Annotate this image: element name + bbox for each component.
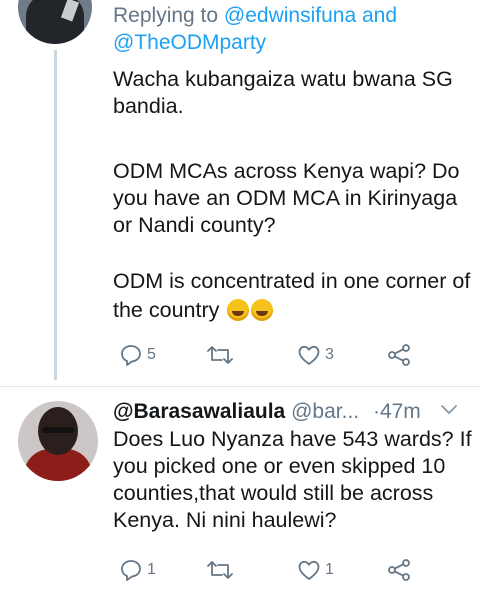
tweet-text: Does Luo Nyanza have 543 wards? If you p…	[113, 427, 472, 532]
retweet-button[interactable]	[205, 341, 235, 369]
share-button[interactable]	[386, 341, 412, 369]
thread-line	[54, 50, 57, 380]
reply-icon	[121, 345, 141, 366]
chevron-down-icon	[441, 405, 457, 415]
tweet-text-paragraph: Wacha kubangaiza watu bwana SG bandia.	[113, 67, 453, 118]
tweet-actions: 1 1	[113, 556, 423, 584]
share-button[interactable]	[386, 556, 412, 584]
tweet-timestamp[interactable]: 47m	[380, 400, 421, 423]
retweet-button[interactable]	[205, 556, 235, 584]
avatar[interactable]	[18, 0, 92, 44]
reply-button[interactable]: 5	[119, 341, 156, 369]
reply-icon	[121, 560, 141, 581]
rofl-emoji-icon	[227, 299, 250, 321]
heart-icon	[298, 345, 320, 365]
share-icon	[388, 344, 410, 366]
retweet-icon	[207, 346, 233, 364]
tweet-author-line: @Barasawaliaula @bar... ·47m	[113, 398, 473, 425]
like-count: 1	[325, 561, 334, 578]
and-word: and	[361, 4, 398, 27]
like-button[interactable]: 3	[297, 341, 334, 369]
more-options-button[interactable]	[439, 402, 459, 423]
author-handle[interactable]: @bar...	[291, 400, 359, 423]
tweet-text-paragraph: ODM is concentrated in one corner of the…	[113, 268, 473, 324]
tweet-text-line: ODM is concentrated in one corner of the…	[113, 269, 471, 322]
replying-to-label: Replying to	[113, 4, 219, 27]
reply-count: 5	[147, 346, 156, 363]
reply-button[interactable]: 1	[119, 556, 156, 584]
like-button[interactable]: 1	[297, 556, 334, 584]
replying-to: Replying to @edwinsifuna and @TheODMpart…	[113, 2, 473, 56]
share-icon	[388, 559, 410, 581]
heart-icon	[298, 560, 320, 580]
retweet-icon	[207, 561, 233, 579]
tweet-text-paragraph: ODM MCAs across Kenya wapi? Do you have …	[113, 159, 460, 237]
tweet-actions: 5 3	[113, 341, 423, 369]
author-display-name[interactable]: @Barasawaliaula	[113, 400, 285, 423]
reply-count: 1	[147, 561, 156, 578]
tweet-divider	[0, 386, 480, 387]
like-count: 3	[325, 346, 334, 363]
mention-link[interactable]: @TheODMparty	[113, 31, 266, 54]
separator-dot: ·	[372, 400, 380, 423]
mention-link[interactable]: @edwinsifuna	[224, 4, 356, 27]
rofl-emoji-icon	[251, 299, 274, 321]
avatar[interactable]	[18, 401, 98, 481]
